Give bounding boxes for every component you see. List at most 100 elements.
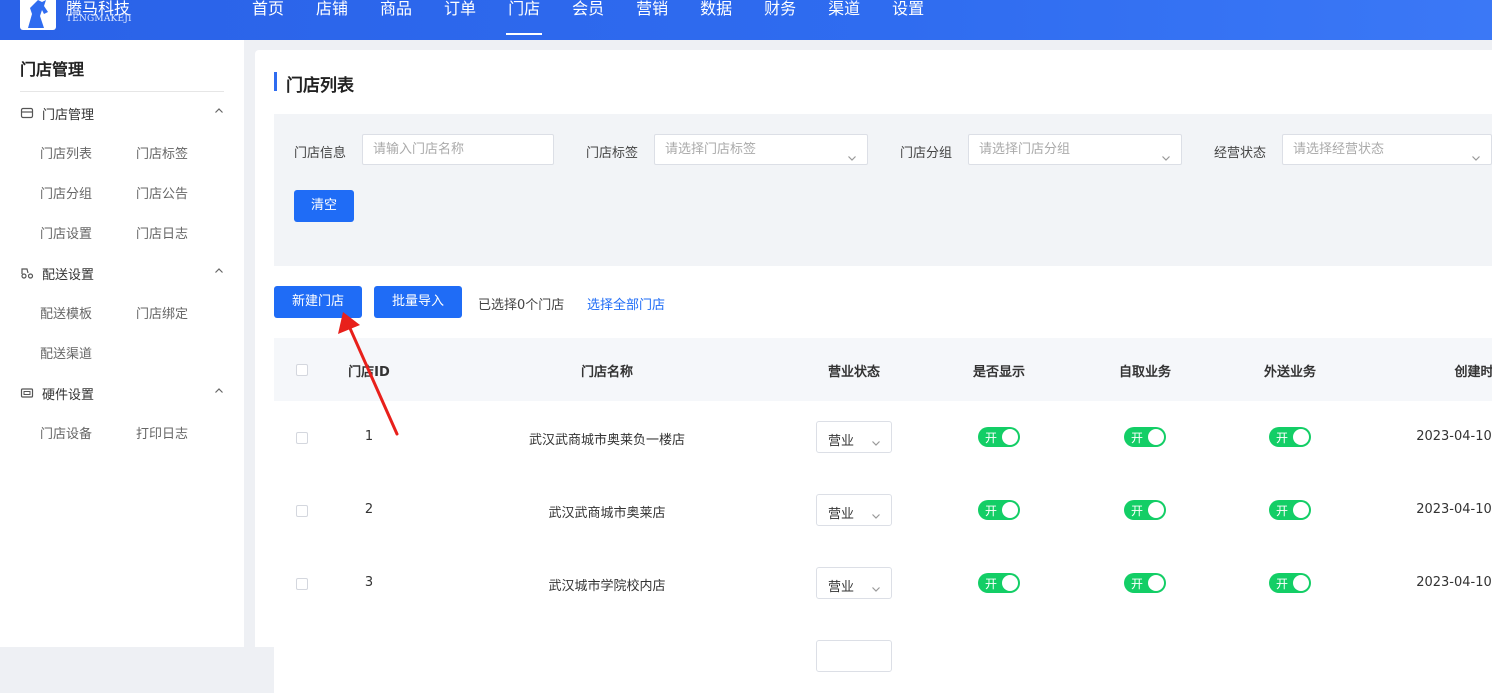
row-checkbox[interactable] [296, 505, 308, 517]
filter-panel: 门店信息 请输入门店名称 门店标签 请选择门店标签 门店分组 请选择门店分组 经… [274, 114, 1492, 266]
table-header: 门店ID 门店名称 营业状态 是否显示 自取业务 外送业务 创建时 [274, 338, 1492, 401]
store-name-input[interactable]: 请输入门店名称 [362, 134, 554, 165]
toggle-knob [1148, 429, 1164, 445]
display-toggle[interactable]: 开 [978, 500, 1020, 520]
toggle-knob [1293, 502, 1309, 518]
sidebar-item-store-tags[interactable]: 门店标签 [136, 143, 188, 162]
store-info-label: 门店信息 [294, 146, 347, 161]
business-status-select[interactable]: 请选择经营状态 [1282, 134, 1492, 165]
store-tag-label: 门店标签 [586, 146, 639, 161]
nav-settings[interactable]: 设置 [876, 0, 940, 40]
toggle-knob [1002, 575, 1018, 591]
chevron-up-icon [214, 105, 224, 120]
brand-logo[interactable] [20, 0, 56, 30]
sidebar-group-delivery-settings[interactable]: 配送设置 [20, 263, 224, 283]
sidebar-item-delivery-channels[interactable]: 配送渠道 [40, 343, 92, 362]
display-toggle[interactable]: 开 [978, 427, 1020, 447]
business-status-dropdown[interactable] [816, 640, 892, 672]
chevron-down-icon [847, 145, 857, 174]
nav-stores[interactable]: 门店 [492, 0, 556, 40]
toggle-label: 开 [985, 577, 998, 591]
sidebar-item-store-settings[interactable]: 门店设置 [40, 223, 92, 242]
toggle-label: 开 [985, 504, 998, 518]
business-status-label: 经营状态 [1214, 146, 1267, 161]
chevron-down-icon [871, 506, 881, 525]
toggle-knob [1148, 575, 1164, 591]
select-all-stores-link[interactable]: 选择全部门店 [587, 294, 665, 313]
table-row: 3 武汉城市学院校内店 营业 开 开 开 2023-04-10 [274, 547, 1492, 621]
business-status-dropdown[interactable]: 营业 [816, 421, 892, 453]
row-checkbox[interactable] [296, 578, 308, 590]
main-nav: 首页 店铺 商品 订单 门店 会员 营销 数据 财务 渠道 设置 [236, 0, 940, 40]
toggle-knob [1002, 429, 1018, 445]
delivery-toggle[interactable]: 开 [1269, 573, 1311, 593]
sidebar-item-store-list[interactable]: 门店列表 [40, 143, 92, 162]
sidebar-item-print-logs[interactable]: 打印日志 [136, 423, 188, 442]
table-row [274, 620, 1492, 693]
toggle-label: 开 [985, 431, 998, 445]
display-toggle[interactable]: 开 [978, 573, 1020, 593]
col-header-pickup: 自取业务 [1118, 365, 1172, 380]
chevron-down-icon [871, 579, 881, 598]
sidebar-group-label: 硬件设置 [42, 387, 95, 403]
sidebar-item-store-groups[interactable]: 门店分组 [40, 183, 92, 202]
pickup-toggle[interactable]: 开 [1124, 500, 1166, 520]
nav-orders[interactable]: 订单 [428, 0, 492, 40]
table-row: 2 武汉武商城市奥莱店 营业 开 开 开 2023-04-10 [274, 474, 1492, 548]
nav-marketing[interactable]: 营销 [620, 0, 684, 40]
row-checkbox[interactable] [296, 432, 308, 444]
toggle-knob [1002, 502, 1018, 518]
business-status-dropdown[interactable]: 营业 [816, 567, 892, 599]
toggle-label: 开 [1276, 431, 1289, 445]
new-store-button[interactable]: 新建门店 [274, 286, 362, 318]
sidebar-item-store-binding[interactable]: 门店绑定 [136, 303, 188, 322]
sidebar-item-store-devices[interactable]: 门店设备 [40, 423, 92, 442]
sidebar-item-store-notices[interactable]: 门店公告 [136, 183, 188, 202]
status-value: 营业 [828, 580, 855, 595]
delivery-icon [20, 266, 34, 280]
pickup-toggle[interactable]: 开 [1124, 427, 1166, 447]
sidebar: 门店管理 门店管理 门店列表 门店标签 门店分组 门店公告 门店设置 门店日志 … [0, 40, 244, 647]
hardware-icon [20, 386, 34, 400]
sidebar-group-store-management[interactable]: 门店管理 [20, 103, 224, 123]
sidebar-group-hardware-settings[interactable]: 硬件设置 [20, 383, 224, 403]
nav-data[interactable]: 数据 [684, 0, 748, 40]
store-group-select[interactable]: 请选择门店分组 [968, 134, 1182, 165]
toggle-label: 开 [1276, 504, 1289, 518]
cell-created-time: 2023-04-10 [1416, 502, 1492, 517]
col-header-created: 创建时 [1454, 365, 1492, 380]
cell-store-id: 1 [364, 429, 374, 444]
delivery-toggle[interactable]: 开 [1269, 427, 1311, 447]
sidebar-title: 门店管理 [20, 60, 85, 79]
main-panel: 门店列表 门店信息 请输入门店名称 门店标签 请选择门店标签 门店分组 请选择门… [255, 50, 1492, 693]
store-tag-select[interactable]: 请选择门店标签 [654, 134, 868, 165]
select-all-checkbox[interactable] [296, 364, 308, 376]
toggle-label: 开 [1131, 577, 1144, 591]
store-icon [20, 106, 34, 120]
store-name-placeholder: 请输入门店名称 [373, 142, 465, 157]
nav-home[interactable]: 首页 [236, 0, 300, 40]
sidebar-item-store-logs[interactable]: 门店日志 [136, 223, 188, 242]
store-group-label: 门店分组 [900, 146, 953, 161]
pickup-toggle[interactable]: 开 [1124, 573, 1166, 593]
delivery-toggle[interactable]: 开 [1269, 500, 1311, 520]
table-row: 1 武汉武商城市奥莱负一楼店 营业 开 开 开 2023-04-10 [274, 401, 1492, 475]
business-status-dropdown[interactable]: 营业 [816, 494, 892, 526]
horse-logo-icon [28, 0, 48, 28]
sidebar-item-delivery-templates[interactable]: 配送模板 [40, 303, 92, 322]
toggle-label: 开 [1131, 431, 1144, 445]
batch-import-button[interactable]: 批量导入 [374, 286, 462, 318]
nav-channels[interactable]: 渠道 [812, 0, 876, 40]
clear-button[interactable]: 清空 [294, 190, 354, 222]
nav-members[interactable]: 会员 [556, 0, 620, 40]
toggle-knob [1148, 502, 1164, 518]
nav-shop[interactable]: 店铺 [300, 0, 364, 40]
top-nav-bar: 腾马科技 TENGMAKEJI 首页 店铺 商品 订单 门店 会员 营销 数据 … [0, 0, 1492, 40]
sidebar-group-label: 配送设置 [42, 267, 95, 283]
cell-store-id: 3 [364, 575, 374, 590]
brand-name-en: TENGMAKEJI [66, 14, 132, 24]
nav-goods[interactable]: 商品 [364, 0, 428, 40]
col-header-name: 门店名称 [580, 365, 634, 380]
nav-finance[interactable]: 财务 [748, 0, 812, 40]
toggle-knob [1293, 575, 1309, 591]
